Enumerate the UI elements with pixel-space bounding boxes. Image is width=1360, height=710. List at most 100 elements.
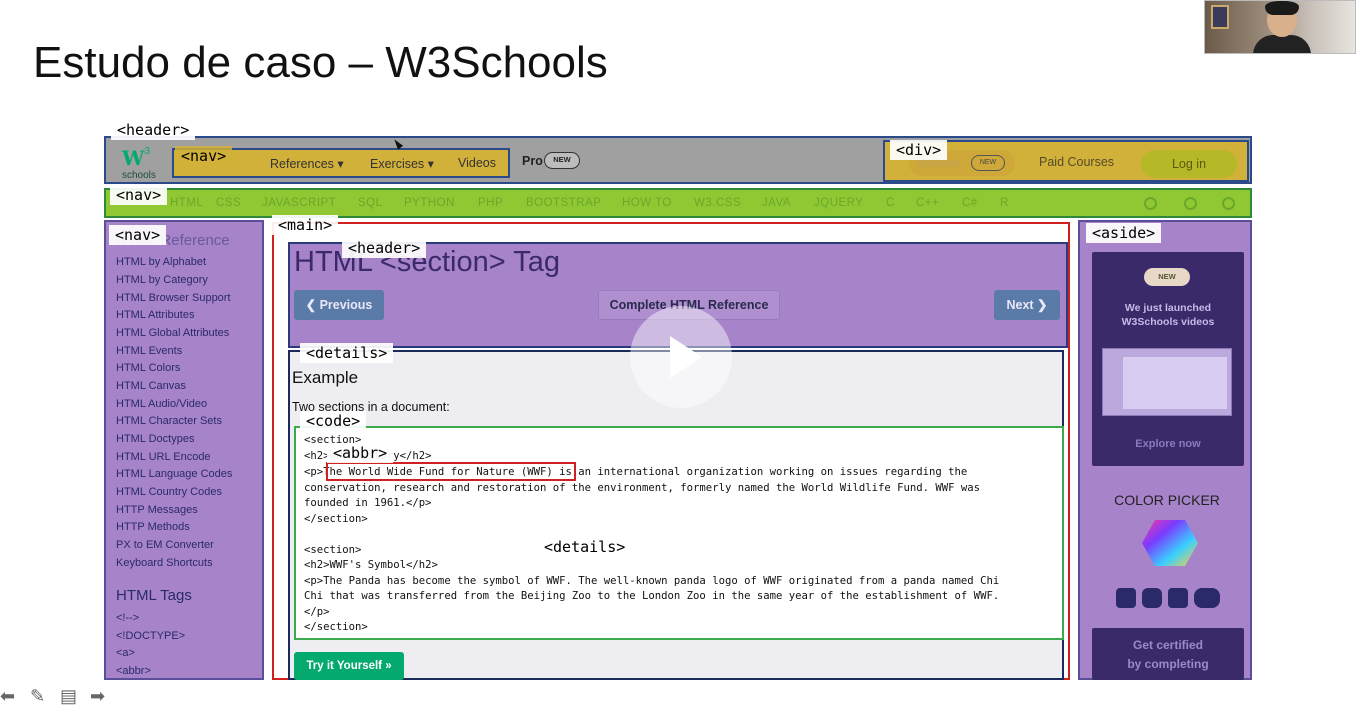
next-button[interactable]: Next ❯ <box>994 290 1060 320</box>
nav-sql[interactable]: SQL <box>358 197 383 209</box>
code-line: <p>The Panda has become the symbol of WW… <box>304 575 1000 587</box>
page-title: HTML <section> Tag <box>294 246 560 278</box>
code-line: conservation, research and restoration o… <box>304 482 981 494</box>
get-certified-ad[interactable]: Get certified by completing <box>1092 628 1244 680</box>
pro-link[interactable]: Pro <box>522 154 543 168</box>
sidebar-tag-link[interactable]: <!--> <box>116 612 139 624</box>
sidebar-link[interactable]: HTML Country Codes <box>116 486 222 498</box>
sidebar-link[interactable]: HTML URL Encode <box>116 451 211 463</box>
sidebar-link[interactable]: HTML Language Codes <box>116 468 232 480</box>
sidebar-link[interactable]: HTML Audio/Video <box>116 398 207 410</box>
picture-frame <box>1211 5 1229 29</box>
nav-php[interactable]: PHP <box>478 197 503 209</box>
nav-c[interactable]: C <box>886 197 895 209</box>
sidebar-link[interactable]: HTML Colors <box>116 362 180 374</box>
prev-slide-icon[interactable]: ⬅ <box>0 686 15 707</box>
sidebar-link[interactable]: HTTP Messages <box>116 504 198 516</box>
sidebar-link[interactable]: HTML Attributes <box>116 309 194 321</box>
label-code: <code> <box>300 411 367 431</box>
website-new-badge: NEW <box>971 155 1005 171</box>
nav-bootstrap[interactable]: BOOTSTRAP <box>526 197 601 209</box>
paid-courses-link[interactable]: Paid Courses <box>1039 155 1114 169</box>
code-line: <section> <box>304 544 362 556</box>
label-nav-left: <nav> <box>109 225 167 245</box>
menu-references[interactable]: References ▾ <box>270 156 344 171</box>
label-nav-top: <nav> <box>175 146 233 166</box>
sidebar-link[interactable]: HTML by Category <box>116 274 208 286</box>
label-header-main: <header> <box>342 238 427 258</box>
search-icon[interactable] <box>1222 197 1235 210</box>
linkedin-icon[interactable] <box>1168 588 1188 608</box>
nav-python[interactable]: PYTHON <box>404 197 455 209</box>
ad-video-thumbnail <box>1102 348 1232 416</box>
sidebar-tag-link[interactable]: <!DOCTYPE> <box>116 630 185 642</box>
sidebar-link[interactable]: PX to EM Converter <box>116 539 214 551</box>
abbr-highlight-box <box>326 462 576 481</box>
label-details-inner: <details> <box>538 537 632 557</box>
sidebar-link[interactable]: HTML Global Attributes <box>116 327 229 339</box>
theme-toggle-icon[interactable] <box>1144 197 1157 210</box>
discord-icon[interactable] <box>1194 588 1220 608</box>
sidebar-link[interactable]: HTML Character Sets <box>116 415 222 427</box>
nav-java[interactable]: JAVA <box>762 197 791 209</box>
next-slide-icon[interactable]: ➡ <box>90 686 105 707</box>
previous-button[interactable]: ❮ Previous <box>294 290 384 320</box>
label-abbr: <abbr> <box>327 443 394 463</box>
ad-text-line: W3Schools videos <box>1121 316 1215 328</box>
label-details: <details> <box>300 343 394 363</box>
code-line: Chi that was transferred from the Beijin… <box>304 590 1000 602</box>
menu-exercises[interactable]: Exercises ▾ <box>370 156 434 171</box>
nav-jquery[interactable]: JQUERY <box>814 197 863 209</box>
ad-new-badge: NEW <box>1144 268 1190 286</box>
facebook-icon[interactable] <box>1116 588 1136 608</box>
logo-sup: 3 <box>144 146 151 157</box>
login-button[interactable]: Log in <box>1141 150 1237 178</box>
right-aside: NEW We just launched W3Schools videos Ex… <box>1078 220 1252 680</box>
label-nav-green: <nav> <box>110 185 168 205</box>
sidebar-link[interactable]: HTML Browser Support <box>116 292 231 304</box>
sidebar-tag-link[interactable]: <abbr> <box>116 665 151 677</box>
nav-r[interactable]: R <box>1000 197 1009 209</box>
instagram-icon[interactable] <box>1142 588 1162 608</box>
color-picker-title: COLOR PICKER <box>1114 492 1220 508</box>
label-main: <main> <box>272 215 339 235</box>
sidebar-link[interactable]: Keyboard Shortcuts <box>116 557 213 569</box>
try-it-yourself-button[interactable]: Try it Yourself » <box>294 652 404 680</box>
presenter-body <box>1253 35 1311 53</box>
nav-w3css[interactable]: W3.CSS <box>694 197 741 209</box>
sidebar-tag-link[interactable]: <a> <box>116 647 135 659</box>
left-sidebar-nav: HTML Reference HTML by Alphabet HTML by … <box>104 220 264 680</box>
nav-cpp[interactable]: C++ <box>916 197 939 209</box>
sidebar-link[interactable]: HTML Doctypes <box>116 433 194 445</box>
sidebar-link[interactable]: HTML Canvas <box>116 380 186 392</box>
nav-css[interactable]: CSS <box>216 197 241 209</box>
presenter-webcam <box>1204 0 1356 54</box>
code-line: founded in 1961.</p> <box>304 497 432 509</box>
label-div: <div> <box>890 140 948 160</box>
nav-csharp[interactable]: C# <box>962 197 978 209</box>
label-header: <header> <box>111 120 196 140</box>
w3schools-logo[interactable]: W3 schools <box>122 146 162 181</box>
notes-icon[interactable]: ▤ <box>60 686 77 707</box>
pen-icon[interactable]: ✎ <box>30 686 45 707</box>
video-play-button[interactable] <box>630 306 732 408</box>
nav-javascript[interactable]: JAVASCRIPT <box>262 197 336 209</box>
sidebar-tags-heading: HTML Tags <box>116 587 192 604</box>
label-aside: <aside> <box>1086 223 1162 243</box>
logo-w: W <box>122 146 145 170</box>
cert-line: by completing <box>1127 657 1209 671</box>
nav-howto[interactable]: HOW TO <box>622 197 672 209</box>
videos-ad[interactable]: NEW We just launched W3Schools videos Ex… <box>1092 252 1244 466</box>
cert-line: Get certified <box>1132 638 1204 652</box>
globe-icon[interactable] <box>1184 197 1197 210</box>
explore-now-link[interactable]: Explore now <box>1092 438 1244 450</box>
menu-videos[interactable]: Videos <box>458 156 496 170</box>
logo-sub: schools <box>122 170 156 181</box>
sidebar-link[interactable]: HTML by Alphabet <box>116 256 206 268</box>
presenter-hair <box>1265 1 1299 15</box>
nav-html[interactable]: HTML <box>170 197 203 209</box>
sidebar-link[interactable]: HTML Events <box>116 345 182 357</box>
color-picker-hexagon-icon[interactable] <box>1140 518 1200 568</box>
sidebar-link[interactable]: HTTP Methods <box>116 521 190 533</box>
language-nav: HTML CSS JAVASCRIPT SQL PYTHON PHP BOOTS… <box>104 188 1252 218</box>
